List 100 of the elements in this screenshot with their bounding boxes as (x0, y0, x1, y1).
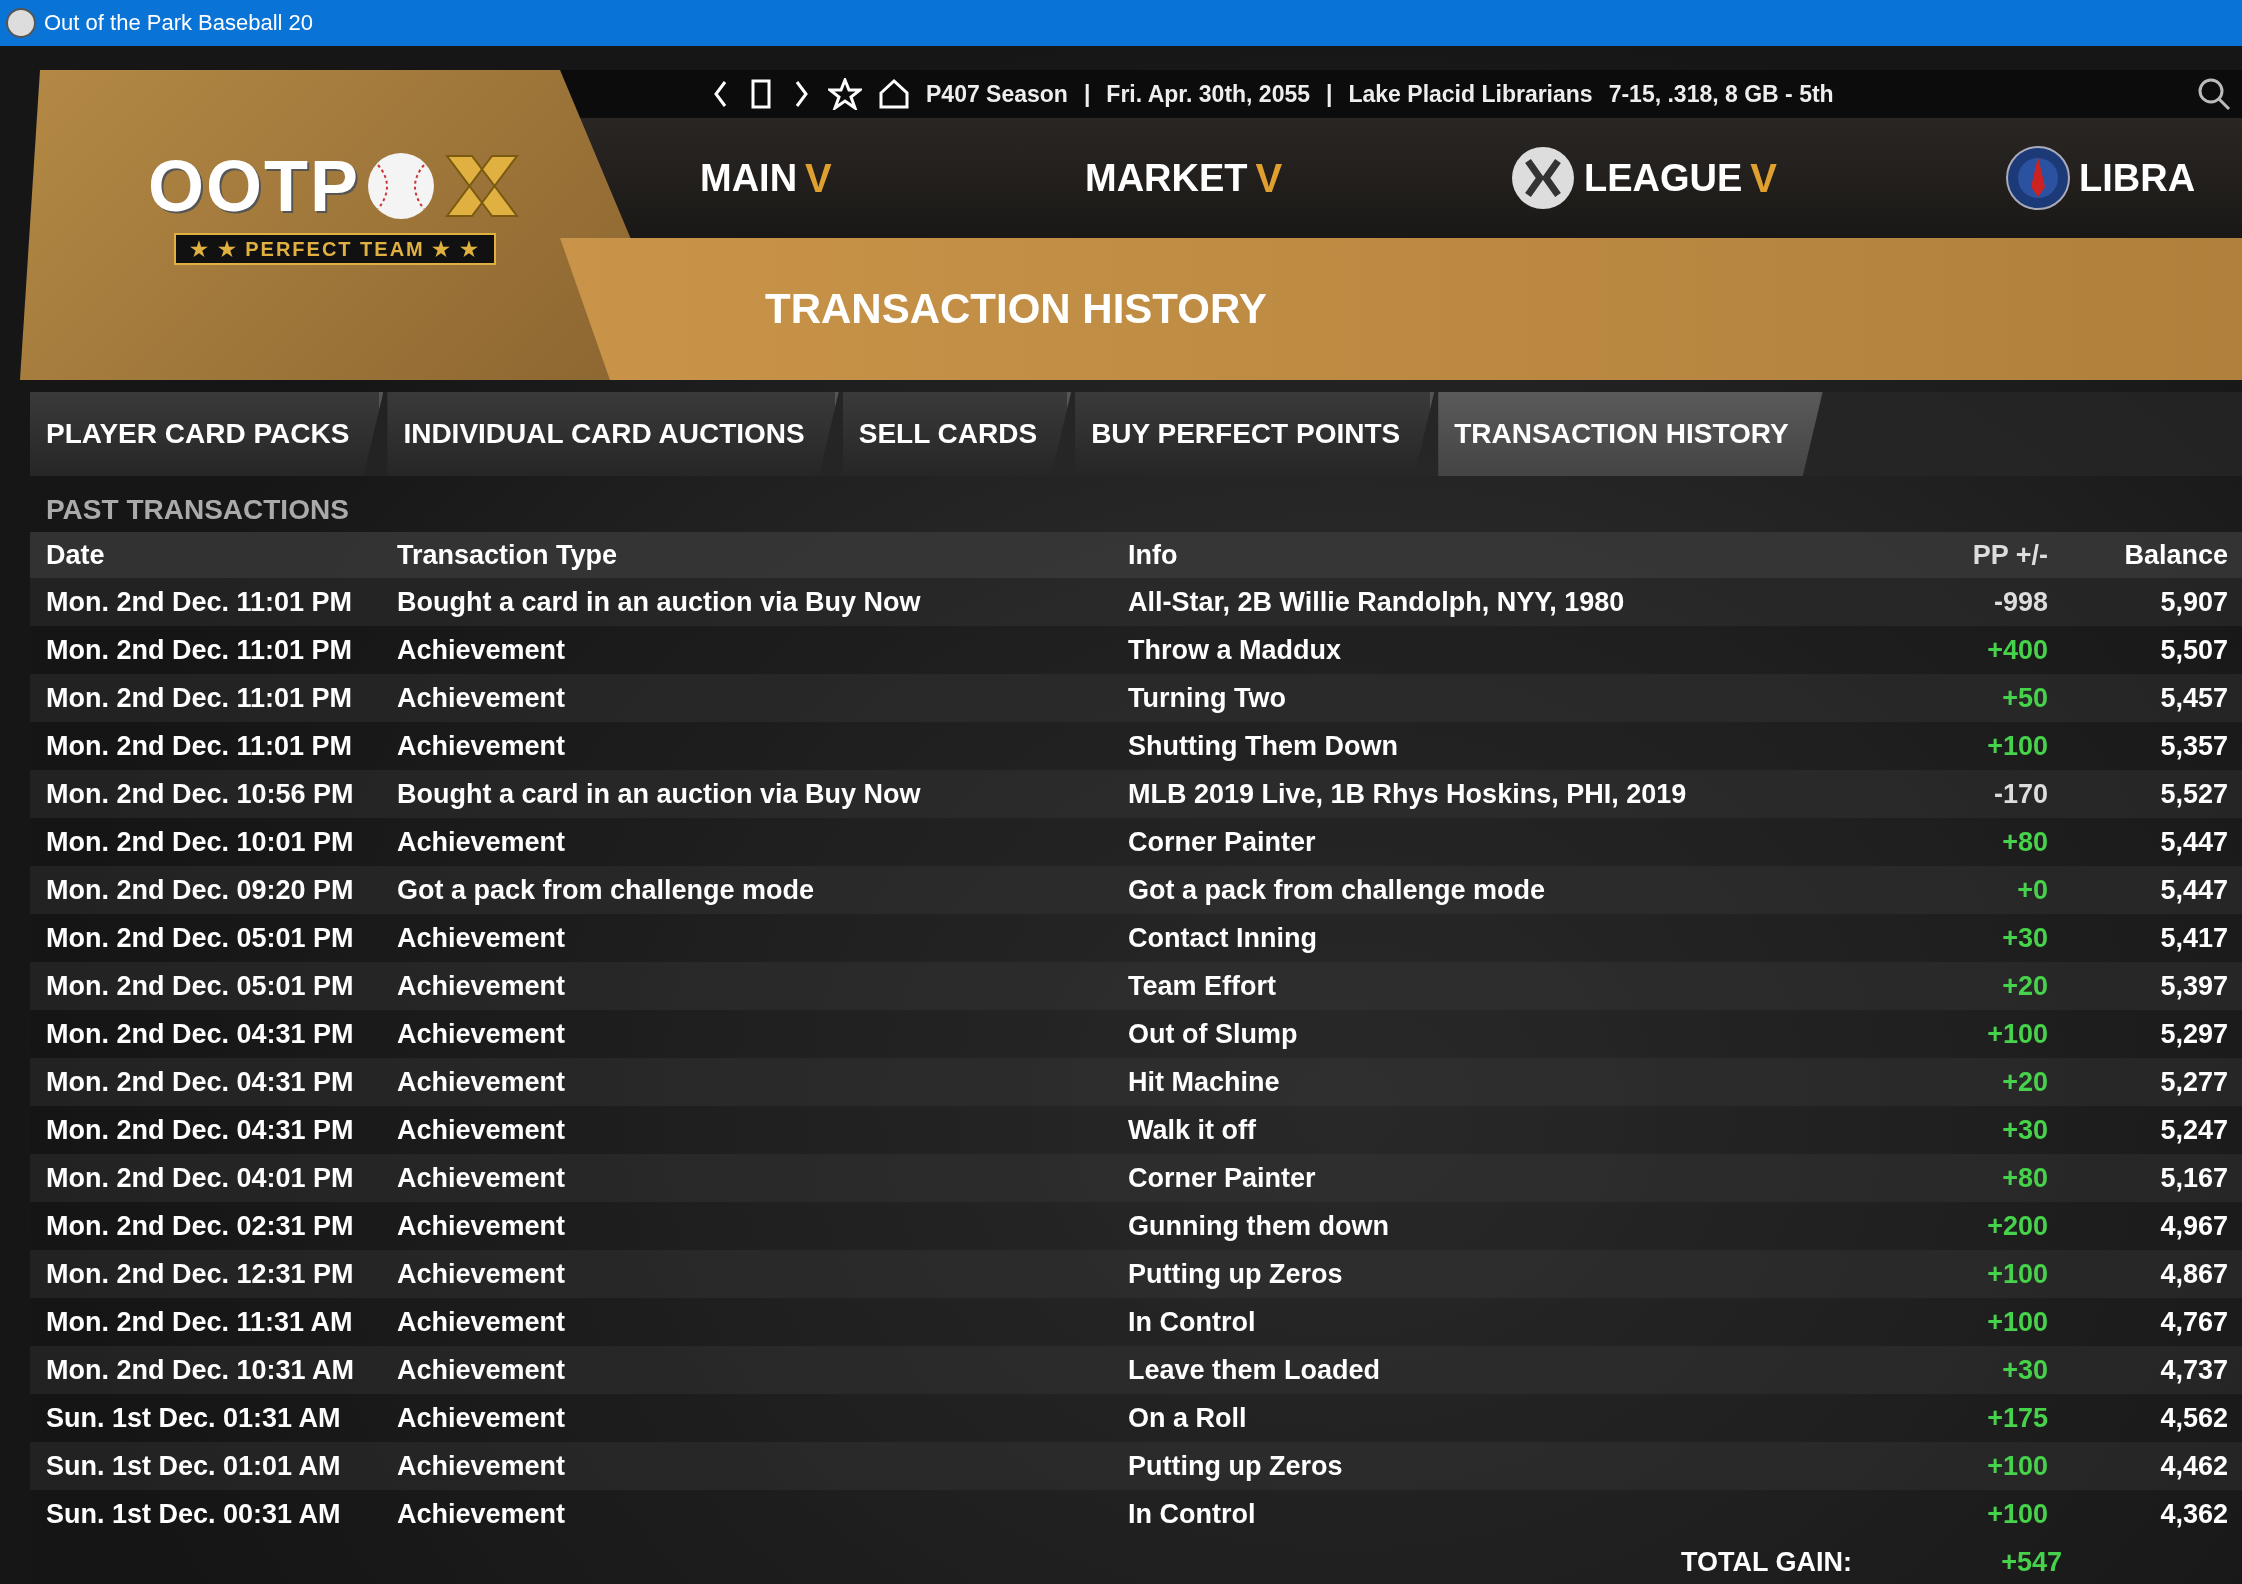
table-cell-text: Achievement (397, 1258, 567, 1290)
table-cell-text: Mon. 2nd Dec. 05:01 PM (45, 922, 355, 954)
separator-text: | (1083, 80, 1091, 108)
total-gain-label: TOTAL GAIN: (1681, 1546, 1852, 1578)
table-cell-text: 4,362 (2159, 1498, 2228, 1530)
table-cell-text: Mon. 2nd Dec. 02:31 PM (45, 1210, 355, 1242)
table-cell-text: Mon. 2nd Dec. 05:01 PM (45, 970, 355, 1002)
table-cell-text: In Control (1128, 1498, 1257, 1530)
logo-banner: ★ ★ PERFECT TEAM ★ ★ (174, 233, 496, 265)
table-cell-text: All-Star, 2B Willie Randolph, NYY, 1980 (1128, 586, 1626, 618)
table-cell-text: In Control (1128, 1306, 1257, 1338)
table-cell-text: 5,167 (2159, 1162, 2228, 1194)
column-header[interactable]: Balance (2048, 539, 2228, 571)
app-logo-icon (6, 8, 36, 38)
table-cell-text: +175 (1986, 1402, 2048, 1434)
table-cell-text: Corner Painter (1128, 826, 1317, 858)
season-text: P407 Season (926, 80, 1068, 108)
table-cell-text: Mon. 2nd Dec. 04:01 PM (45, 1162, 355, 1194)
table-cell-text: Achievement (397, 1114, 567, 1146)
table-cell-text: Bought a card in an auction via Buy Now (397, 778, 922, 810)
nav-menu-item[interactable]: LEAGUE V (1510, 145, 2005, 211)
table-cell-text: Bought a card in an auction via Buy Now (397, 586, 922, 618)
team-name-link[interactable]: Lake Placid Librarians (1348, 80, 1593, 108)
table-cell-text: +0 (2016, 874, 2048, 906)
table-cell-text: 5,447 (2159, 826, 2228, 858)
table-cell-text: 5,457 (2159, 682, 2228, 714)
table-cell-text: Gunning them down (1128, 1210, 1390, 1242)
table-cell-text: +20 (2001, 1066, 2048, 1098)
table-cell-text: On a Roll (1128, 1402, 1248, 1434)
table-cell-text: Mon. 2nd Dec. 11:01 PM (45, 730, 354, 762)
table-cell-text: Achievement (397, 1402, 567, 1434)
table-cell-text: -998 (1992, 586, 2048, 618)
table-cell-text: Got a pack from challenge mode (397, 874, 816, 906)
table-cell-text: Shutting Them Down (1128, 730, 1399, 762)
table-cell-text: Mon. 2nd Dec. 11:01 PM (45, 634, 354, 666)
table-cell-text: Sun. 1st Dec. 01:01 AM (45, 1450, 342, 1482)
table-cell-text: 5,417 (2159, 922, 2228, 954)
baseball-icon (366, 151, 436, 221)
table-cell-text: Got a pack from challenge mode (1128, 874, 1547, 906)
table-cell-text: +200 (1986, 1210, 2048, 1242)
table-cell-text: Mon. 2nd Dec. 04:31 PM (45, 1114, 355, 1146)
table-cell-text: 4,562 (2159, 1402, 2228, 1434)
table-cell-text: +30 (2001, 922, 2048, 954)
table-cell-text: 5,297 (2159, 1018, 2228, 1050)
nav-menu-item[interactable]: LIBRA (2005, 145, 2196, 211)
team-record-text: 7-15, .318, 8 GB - 5th (1608, 80, 1834, 108)
search-icon[interactable] (2196, 76, 2232, 112)
tab[interactable]: PLAYER CARD PACKS (30, 392, 384, 476)
total-gain-value: +547 (2000, 1546, 2062, 1578)
table-cell-text: 5,447 (2159, 874, 2228, 906)
table-cell-text: Mon. 2nd Dec. 09:20 PM (45, 874, 355, 906)
table-cell-text: Achievement (397, 730, 567, 762)
table-cell-text: Achievement (397, 1450, 567, 1482)
table-cell-text: +20 (2001, 970, 2048, 1002)
team-logo-icon (2005, 145, 2071, 211)
table-cell-text: Turning Two (1128, 682, 1287, 714)
table-cell-text: Achievement (397, 1066, 567, 1098)
table-cell-text: Out of Slump (1128, 1018, 1299, 1050)
table-cell-text: Achievement (397, 1306, 567, 1338)
column-header[interactable]: Transaction Type (397, 539, 1128, 571)
table-cell-text: 4,867 (2159, 1258, 2228, 1290)
table-cell-text: Sun. 1st Dec. 00:31 AM (45, 1498, 342, 1530)
table-cell-text: Mon. 2nd Dec. 12:31 PM (45, 1258, 355, 1290)
table-cell-text: Walk it off (1128, 1114, 1257, 1146)
table-cell-text: +30 (2001, 1114, 2048, 1146)
table-cell-text: Team Effort (1128, 970, 1277, 1002)
table-cell-text: 4,967 (2159, 1210, 2228, 1242)
table-cell-text: +100 (1986, 1258, 2048, 1290)
table-cell-text: Achievement (397, 1210, 567, 1242)
table-cell-text: Mon. 2nd Dec. 10:01 PM (45, 826, 355, 858)
table-cell-text: Corner Painter (1128, 1162, 1317, 1194)
table-cell-text: Mon. 2nd Dec. 11:31 AM (45, 1306, 354, 1338)
table-cell-text: Achievement (397, 1354, 567, 1386)
table-cell-text: Throw a Maddux (1128, 634, 1342, 666)
table-cell-text: Hit Machine (1128, 1066, 1281, 1098)
nav-menu-item[interactable]: MAIN V (700, 155, 1085, 201)
star-icon[interactable] (828, 78, 862, 110)
table-cell-text: +100 (1986, 1306, 2048, 1338)
column-header[interactable]: PP +/- (1898, 539, 2048, 571)
logo-wordmark: OOTP (148, 145, 360, 227)
table-cell-text: Putting up Zeros (1128, 1258, 1344, 1290)
nav-menu-item[interactable]: MARKET V (1085, 155, 1510, 201)
tab[interactable]: TRANSACTION HISTORY (1438, 392, 1823, 476)
table-cell-text: Mon. 2nd Dec. 04:31 PM (45, 1018, 355, 1050)
table-cell-text: +80 (2001, 826, 2048, 858)
table-cell-text: -170 (1992, 778, 2048, 810)
table-cell-text: Mon. 2nd Dec. 11:01 PM (45, 682, 354, 714)
table-cell-text: Mon. 2nd Dec. 04:31 PM (45, 1066, 355, 1098)
home-icon[interactable] (878, 78, 910, 110)
column-header[interactable]: Date (30, 539, 397, 571)
column-header[interactable]: Info (1128, 539, 1898, 571)
table-cell-text: +100 (1986, 730, 2048, 762)
table-cell-text: 5,247 (2159, 1114, 2228, 1146)
tab[interactable]: INDIVIDUAL CARD AUCTIONS (387, 392, 839, 476)
section-title: PAST TRANSACTIONS (46, 494, 350, 526)
table-cell-text: Achievement (397, 826, 567, 858)
table-cell-text: +80 (2001, 1162, 2048, 1194)
table-cell-text: 5,277 (2159, 1066, 2228, 1098)
table-cell-text: 4,767 (2159, 1306, 2228, 1338)
table-cell-text: 5,357 (2159, 730, 2228, 762)
